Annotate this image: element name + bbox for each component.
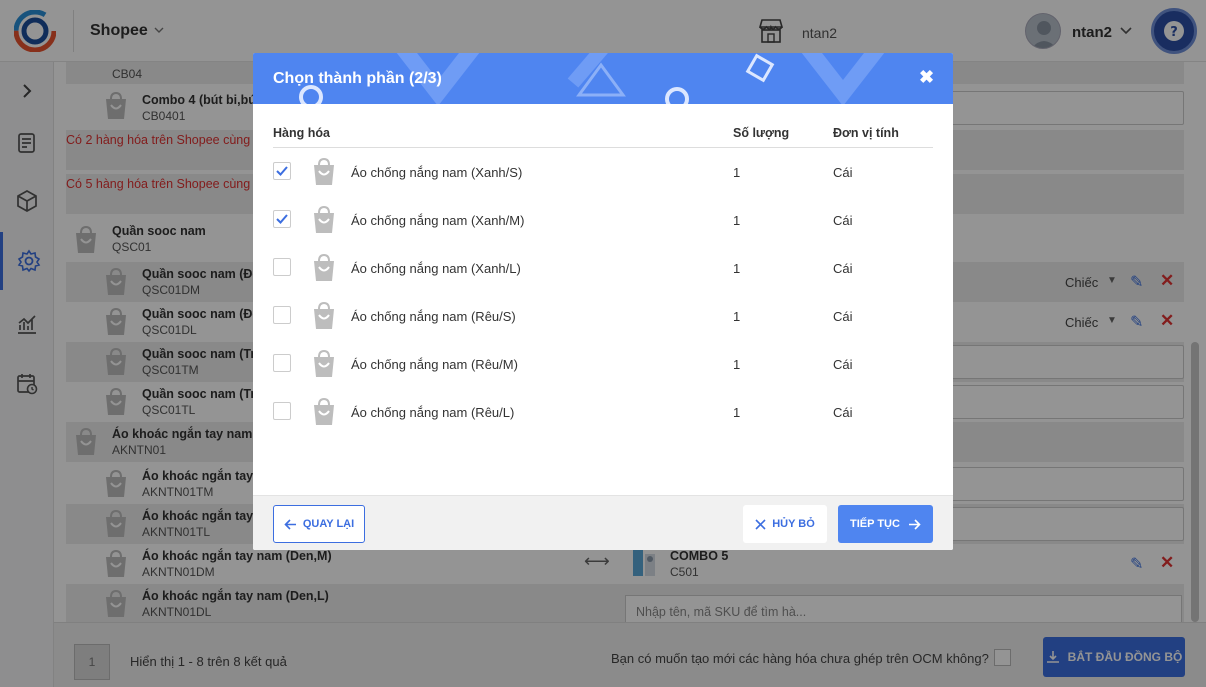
item-name: Áo chống nắng nam (Xanh/S) bbox=[351, 165, 523, 180]
row-checkbox[interactable] bbox=[273, 210, 291, 228]
row-checkbox[interactable] bbox=[273, 162, 291, 180]
item-unit: Cái bbox=[833, 357, 853, 372]
select-components-dialog: Chọn thành phần (2/3) ✖ Hàng hóa Số lượn… bbox=[253, 53, 953, 550]
table-row: Áo chống nắng nam (Rêu/M) 1 Cái bbox=[253, 347, 953, 395]
product-bag-icon bbox=[314, 206, 334, 233]
item-name: Áo chống nắng nam (Rêu/L) bbox=[351, 405, 515, 420]
item-qty: 1 bbox=[733, 357, 741, 372]
close-icon bbox=[755, 518, 766, 530]
column-header-unit: Đơn vị tính bbox=[833, 126, 899, 140]
back-button[interactable]: QUAY LẠI bbox=[273, 505, 365, 543]
cancel-label: HỦY BỎ bbox=[772, 518, 815, 530]
next-button[interactable]: TIẾP TỤC bbox=[838, 505, 933, 543]
item-qty: 1 bbox=[733, 213, 741, 228]
table-row: Áo chống nắng nam (Rêu/L) 1 Cái bbox=[253, 395, 953, 443]
cancel-button[interactable]: HỦY BỎ bbox=[743, 505, 827, 543]
row-checkbox[interactable] bbox=[273, 258, 291, 276]
checkmark-icon bbox=[276, 166, 288, 176]
row-checkbox[interactable] bbox=[273, 354, 291, 372]
product-bag-icon bbox=[314, 158, 334, 185]
dialog-footer: QUAY LẠI HỦY BỎ TIẾP TỤC bbox=[253, 495, 953, 550]
table-row: Áo chống nắng nam (Xanh/M) 1 Cái bbox=[253, 203, 953, 251]
dialog-header: Chọn thành phần (2/3) ✖ bbox=[253, 53, 953, 104]
item-qty: 1 bbox=[733, 261, 741, 276]
product-bag-icon bbox=[314, 398, 334, 425]
item-qty: 1 bbox=[733, 309, 741, 324]
product-bag-icon bbox=[314, 350, 334, 377]
header-divider bbox=[273, 147, 933, 148]
item-unit: Cái bbox=[833, 309, 853, 324]
item-qty: 1 bbox=[733, 405, 741, 420]
next-label: TIẾP TỤC bbox=[850, 518, 900, 530]
item-unit: Cái bbox=[833, 261, 853, 276]
row-checkbox[interactable] bbox=[273, 306, 291, 324]
table-row: Áo chống nắng nam (Xanh/S) 1 Cái bbox=[253, 155, 953, 203]
arrow-right-icon bbox=[908, 518, 921, 530]
column-header-item: Hàng hóa bbox=[273, 126, 330, 140]
checkmark-icon bbox=[276, 214, 288, 224]
item-name: Áo chống nắng nam (Xanh/M) bbox=[351, 213, 525, 228]
item-qty: 1 bbox=[733, 165, 741, 180]
item-unit: Cái bbox=[833, 213, 853, 228]
item-name: Áo chống nắng nam (Rêu/M) bbox=[351, 357, 518, 372]
product-bag-icon bbox=[314, 302, 334, 329]
item-unit: Cái bbox=[833, 405, 853, 420]
row-checkbox[interactable] bbox=[273, 402, 291, 420]
back-label: QUAY LẠI bbox=[302, 518, 355, 530]
arrow-left-icon bbox=[284, 518, 296, 530]
item-unit: Cái bbox=[833, 165, 853, 180]
column-header-qty: Số lượng bbox=[733, 126, 790, 140]
dialog-title: Chọn thành phần (2/3) bbox=[273, 70, 442, 87]
item-name: Áo chống nắng nam (Xanh/L) bbox=[351, 261, 521, 276]
table-row: Áo chống nắng nam (Rêu/S) 1 Cái bbox=[253, 299, 953, 347]
table-row: Áo chống nắng nam (Xanh/L) 1 Cái bbox=[253, 251, 953, 299]
item-name: Áo chống nắng nam (Rêu/S) bbox=[351, 309, 516, 324]
close-icon[interactable]: ✖ bbox=[919, 67, 934, 88]
product-bag-icon bbox=[314, 254, 334, 281]
